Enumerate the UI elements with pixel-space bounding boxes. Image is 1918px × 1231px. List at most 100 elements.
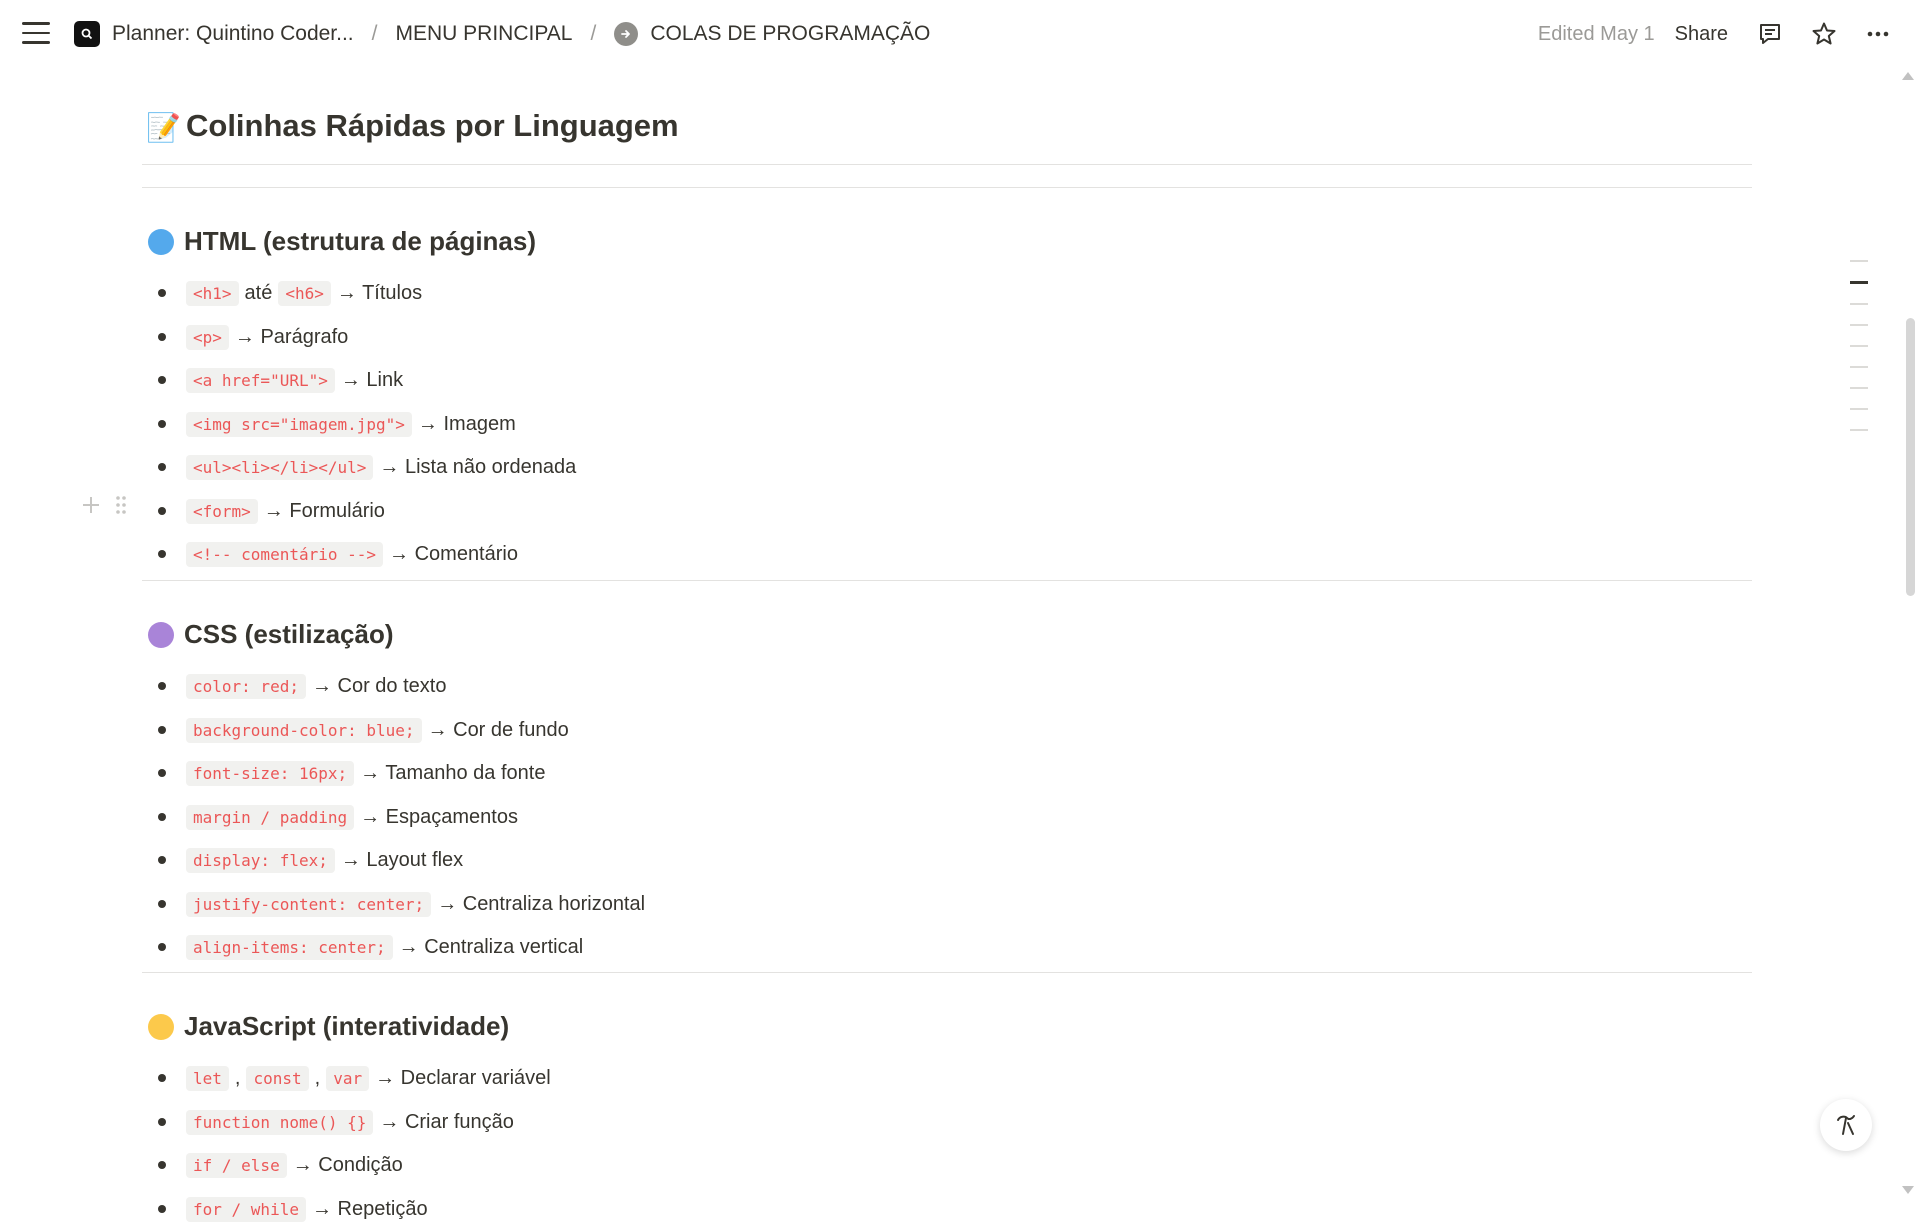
page-title-text: Colinhas Rápidas por Linguagem [186,108,679,144]
item-text: até [245,282,273,305]
share-button[interactable]: Share [1675,23,1728,46]
outline-mark-active[interactable] [1850,281,1868,284]
inline-code: if / else [186,1153,287,1178]
scroll-up-arrow-icon[interactable] [1902,72,1914,80]
section-heading[interactable]: CSS (estilização) [148,619,394,650]
section-heading-text: JavaScript (interatividade) [184,1011,509,1042]
outline-mark[interactable] [1850,387,1868,389]
item-description: → Cor de fundo [428,719,569,742]
item-description: → Lista não ordenada [379,456,576,479]
breadcrumb: Planner: Quintino Coder... / MENU PRINCI… [74,0,930,68]
list-item[interactable]: background-color: blue; → Cor de fundo [142,709,645,753]
inline-code: margin / padding [186,805,354,830]
plus-icon[interactable] [80,494,102,516]
scrollbar[interactable] [1902,68,1918,1198]
item-description: → Centraliza vertical [399,936,584,959]
list-item[interactable]: function nome() {} → Criar função [142,1101,551,1145]
bullet-list: let , const , var → Declarar variável fu… [142,1057,551,1231]
list-item[interactable]: <a href="URL"> → Link [142,359,576,403]
list-item[interactable]: justify-content: center; → Centraliza ho… [142,883,645,927]
item-description: → Criar função [379,1111,514,1134]
list-item[interactable]: display: flex; → Layout flex [142,839,645,883]
drag-handle-icon[interactable] [114,494,128,516]
list-item[interactable]: <ul><li></li></ul> → Lista não ordenada [142,446,576,490]
breadcrumb-separator: / [372,22,378,46]
breadcrumb-separator: / [590,22,596,46]
notion-ai-button[interactable] [1820,1099,1872,1151]
breadcrumb-current-page[interactable]: COLAS DE PROGRAMAÇÃO [614,22,930,46]
outline-mark[interactable] [1850,345,1868,347]
inline-code: <ul><li></li></ul> [186,455,373,480]
inline-code: display: flex; [186,848,335,873]
edited-timestamp: Edited May 1 [1538,23,1655,46]
item-text: , [315,1067,321,1090]
breadcrumb-workspace-label: Planner: Quintino Coder... [112,22,354,46]
bullet-list: <h1> até <h6> → Títulos <p> → Parágrafo … [142,272,576,577]
inline-code: function nome() {} [186,1110,373,1135]
star-icon[interactable] [1808,18,1840,50]
outline-mark[interactable] [1850,324,1868,326]
list-item[interactable]: <!-- comentário --> → Comentário [142,533,576,577]
blue-circle-icon [148,229,174,255]
outline-mark[interactable] [1850,366,1868,368]
inline-code: <!-- comentário --> [186,542,383,567]
list-item[interactable]: <p> → Parágrafo [142,316,576,360]
item-description: → Declarar variável [375,1067,551,1090]
divider [142,187,1752,188]
item-description: → Tamanho da fonte [360,762,545,785]
section-heading[interactable]: HTML (estrutura de páginas) [148,226,536,257]
divider [142,164,1752,165]
inline-code: <img src="imagem.jpg"> [186,412,412,437]
list-item[interactable]: font-size: 16px; → Tamanho da fonte [142,752,645,796]
breadcrumb-workspace[interactable]: Planner: Quintino Coder... [74,21,354,47]
outline-mark[interactable] [1850,260,1868,262]
divider [142,580,1752,581]
comment-icon[interactable] [1754,18,1786,50]
arrow-right-circle-icon [614,22,638,46]
inline-code: background-color: blue; [186,718,422,743]
list-item[interactable]: <h1> até <h6> → Títulos [142,272,576,316]
item-description: → Centraliza horizontal [437,893,645,916]
outline-mark[interactable] [1850,408,1868,410]
inline-code: justify-content: center; [186,892,431,917]
outline-mark[interactable] [1850,303,1868,305]
block-handle [80,494,128,516]
breadcrumb-menu-label: MENU PRINCIPAL [396,22,573,46]
item-description: → Condição [293,1154,403,1177]
list-item[interactable]: <img src="imagem.jpg"> → Imagem [142,403,576,447]
list-item[interactable]: <form> → Formulário [142,490,576,534]
inline-code: var [326,1066,369,1091]
inline-code: align-items: center; [186,935,393,960]
item-description: → Repetição [312,1198,428,1221]
outline-mark[interactable] [1850,429,1868,431]
top-bar: Planner: Quintino Coder... / MENU PRINCI… [0,0,1918,68]
item-description: → Títulos [337,282,422,305]
item-description: → Parágrafo [235,326,348,349]
list-item[interactable]: align-items: center; → Centraliza vertic… [142,926,645,970]
list-item[interactable]: color: red; → Cor do texto [142,665,645,709]
inline-code: <h6> [278,281,331,306]
list-item[interactable]: for / while → Repetição [142,1188,551,1231]
item-description: → Link [341,369,403,392]
hamburger-menu-icon[interactable] [22,22,50,44]
scrollbar-thumb[interactable] [1906,318,1915,596]
breadcrumb-menu-principal[interactable]: MENU PRINCIPAL [396,22,573,46]
page-title[interactable]: 📝 Colinhas Rápidas por Linguagem [146,108,679,144]
item-description: → Comentário [389,543,518,566]
item-description: → Imagem [418,413,516,436]
item-description: → Espaçamentos [360,806,518,829]
inline-code: for / while [186,1197,306,1222]
list-item[interactable]: let , const , var → Declarar variável [142,1057,551,1101]
purple-circle-icon [148,622,174,648]
inline-code: color: red; [186,674,306,699]
section-heading[interactable]: JavaScript (interatividade) [148,1011,509,1042]
item-description: → Layout flex [341,849,463,872]
more-horizontal-icon[interactable] [1862,18,1894,50]
inline-code: <h1> [186,281,239,306]
list-item[interactable]: if / else → Condição [142,1144,551,1188]
scroll-down-arrow-icon[interactable] [1902,1186,1914,1194]
table-of-contents-outline[interactable] [1850,260,1868,450]
inline-code: <a href="URL"> [186,368,335,393]
list-item[interactable]: margin / padding → Espaçamentos [142,796,645,840]
top-actions: Edited May 1 Share [1538,0,1918,68]
